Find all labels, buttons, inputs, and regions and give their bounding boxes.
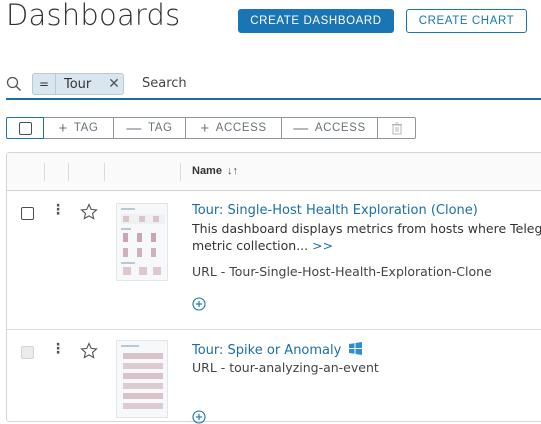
kebab-menu-icon[interactable]: ⋮ bbox=[51, 203, 65, 217]
dashboard-thumbnail bbox=[116, 203, 168, 281]
add-access-button[interactable]: + ACCESS bbox=[186, 117, 282, 139]
star-icon[interactable] bbox=[80, 203, 98, 221]
dashboard-name-link[interactable]: Tour: Single-Host Health Exploration (Cl… bbox=[192, 203, 478, 218]
filter-operator: = bbox=[33, 74, 56, 94]
dashboard-name-text: Tour: Spike or Anomaly bbox=[192, 343, 342, 358]
bulk-action-toolbar: + TAG — TAG + ACCESS — ACCESS bbox=[6, 117, 416, 139]
dashboard-thumbnail bbox=[116, 340, 168, 418]
description-text: metric collection... bbox=[192, 238, 309, 253]
column-divider bbox=[68, 163, 69, 181]
sort-icon[interactable]: ↓↑ bbox=[227, 165, 238, 177]
star-icon[interactable] bbox=[80, 342, 98, 360]
table-row: ⋮ Tour: Single-Host Health Exploration (… bbox=[7, 191, 541, 330]
remove-access-label: ACCESS bbox=[314, 122, 366, 134]
minus-icon: — bbox=[293, 119, 309, 137]
search-bar[interactable]: = Tour ✕ Search bbox=[6, 70, 541, 100]
dashboard-url: URL - Tour-Single-Host-Health-Exploratio… bbox=[192, 264, 492, 279]
description-line: metric collection... >> bbox=[192, 237, 541, 254]
create-dashboard-button[interactable]: CREATE DASHBOARD bbox=[238, 9, 394, 33]
description-line: This dashboard displays metrics from hos… bbox=[192, 221, 541, 236]
column-divider bbox=[104, 163, 105, 181]
kebab-menu-icon[interactable]: ⋮ bbox=[51, 342, 65, 356]
create-chart-button[interactable]: CREATE CHART bbox=[406, 9, 527, 33]
plus-icon: + bbox=[200, 119, 210, 137]
add-tag-button[interactable]: + TAG bbox=[44, 117, 114, 139]
add-circle-icon[interactable] bbox=[192, 297, 206, 311]
trash-icon bbox=[391, 122, 402, 134]
dashboard-url: URL - tour-analyzing-an-event bbox=[192, 360, 379, 375]
name-column-header[interactable]: Name ↓↑ bbox=[192, 165, 238, 177]
add-access-label: ACCESS bbox=[215, 122, 267, 134]
select-all-checkbox[interactable] bbox=[6, 117, 44, 139]
windows-icon bbox=[349, 342, 363, 355]
name-header-label: Name bbox=[192, 165, 222, 177]
table-header: Name ↓↑ bbox=[7, 153, 541, 191]
filter-chip[interactable]: = Tour ✕ bbox=[32, 73, 124, 95]
add-circle-icon[interactable] bbox=[192, 410, 206, 424]
checkbox-icon bbox=[18, 121, 32, 135]
remove-tag-label: TAG bbox=[148, 122, 173, 134]
column-divider bbox=[180, 163, 181, 181]
close-icon[interactable]: ✕ bbox=[105, 76, 123, 92]
plus-icon: + bbox=[58, 119, 68, 137]
column-divider bbox=[44, 163, 45, 181]
more-link[interactable]: >> bbox=[312, 238, 333, 253]
search-input[interactable]: Search bbox=[142, 76, 187, 91]
row-checkbox[interactable] bbox=[21, 207, 34, 220]
add-tag-label: TAG bbox=[73, 122, 99, 134]
search-icon bbox=[6, 76, 21, 91]
table-row: ⋮ Tour: Spike or Anomaly URL - tour-anal… bbox=[7, 330, 541, 424]
filter-value: Tour bbox=[64, 76, 92, 92]
dashboard-description: This dashboard displays metrics from hos… bbox=[192, 220, 541, 254]
minus-icon: — bbox=[126, 119, 142, 137]
dashboards-table: Name ↓↑ ⋮ Tour: Single-Host Health Explo… bbox=[6, 152, 541, 424]
delete-button[interactable] bbox=[378, 117, 416, 139]
row-checkbox[interactable] bbox=[21, 346, 34, 359]
remove-access-button[interactable]: — ACCESS bbox=[282, 117, 378, 139]
dashboard-name-link[interactable]: Tour: Spike or Anomaly bbox=[192, 342, 363, 358]
remove-tag-button[interactable]: — TAG bbox=[114, 117, 186, 139]
page-title: Dashboards bbox=[6, 0, 181, 32]
